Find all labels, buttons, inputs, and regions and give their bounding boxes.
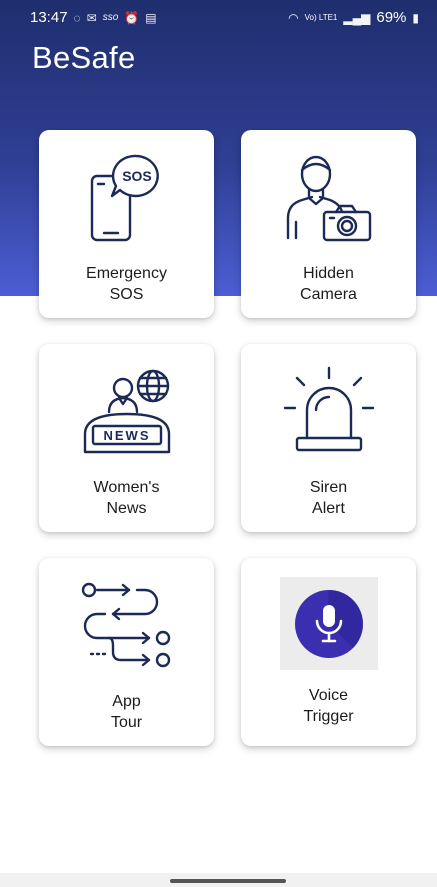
- card-label-line1: Hidden: [303, 265, 354, 282]
- card-label-line2: SOS: [109, 286, 144, 303]
- siren-alert-card[interactable]: Siren Alert: [241, 344, 416, 532]
- card-label-line1: Siren: [309, 479, 348, 496]
- siren-icon: [241, 366, 416, 456]
- signal-icon: ▂▄▆: [343, 10, 371, 25]
- tour-flow-icon: [39, 580, 214, 670]
- card-label-line1: Emergency: [86, 265, 167, 282]
- womens-news-card[interactable]: NEWS Women's News: [39, 344, 214, 532]
- voice-trigger-card[interactable]: Voice Trigger: [241, 558, 416, 746]
- sso-icon: sso: [102, 12, 119, 23]
- home-gesture-handle[interactable]: [170, 879, 286, 883]
- network-label: Vo) LTE1: [304, 12, 338, 22]
- card-label-line2: Trigger: [303, 708, 354, 725]
- app-tour-card[interactable]: App Tour: [39, 558, 214, 746]
- microphone-icon: [241, 577, 416, 670]
- card-label-line2: Tour: [110, 714, 143, 731]
- battery-icon: ▮: [412, 10, 419, 25]
- card-label-line1: Women's: [93, 479, 160, 496]
- person-camera-icon: [241, 152, 416, 242]
- wifi-icon: ◠: [288, 10, 299, 25]
- status-bar: 13:47 ◌ ✉ sso ⏰ ▤ ◠ Vo) LTE1 ▂▄▆ 69% ▮: [0, 0, 437, 36]
- card-label-line1: App: [112, 693, 141, 710]
- app-title: BeSafe: [32, 40, 136, 75]
- card-label-line2: Camera: [300, 286, 357, 303]
- gmail-icon: ✉: [86, 10, 97, 25]
- battery-percent: 69%: [376, 9, 407, 26]
- whatsapp-icon: ◌: [73, 10, 81, 25]
- news-anchor-icon: NEWS: [39, 368, 214, 456]
- svg-text:NEWS: NEWS: [103, 428, 150, 443]
- svg-text:SOS: SOS: [122, 168, 152, 184]
- status-time: 13:47: [30, 9, 68, 26]
- emergency-sos-card[interactable]: SOS Emergency SOS: [39, 130, 214, 318]
- alarm-icon: ⏰: [124, 10, 140, 25]
- calendar-icon: ▤: [145, 10, 157, 25]
- system-nav-bar: [0, 873, 437, 887]
- card-label-line2: News: [106, 500, 147, 517]
- card-label-line2: Alert: [312, 500, 345, 517]
- card-label-line1: Voice: [308, 687, 349, 704]
- hidden-camera-card[interactable]: Hidden Camera: [241, 130, 416, 318]
- phone-sos-icon: SOS: [39, 154, 214, 244]
